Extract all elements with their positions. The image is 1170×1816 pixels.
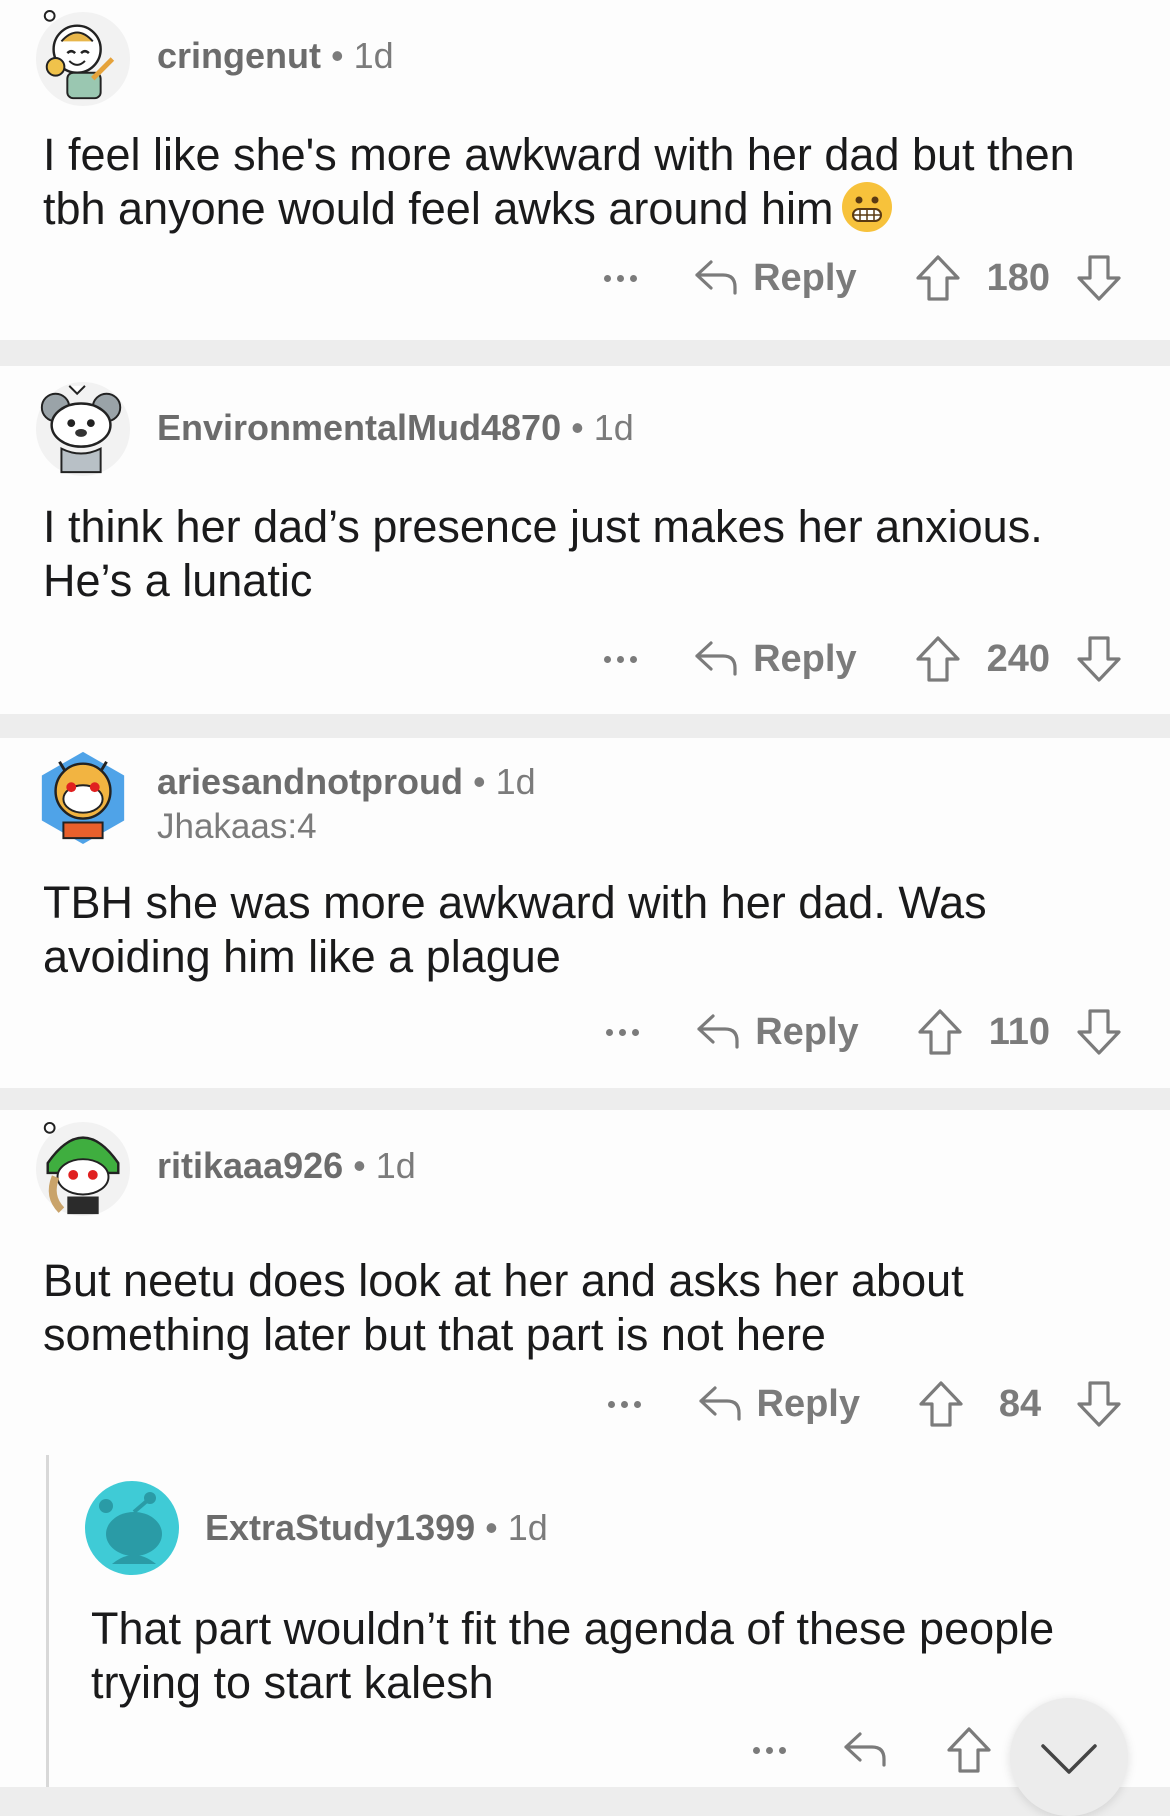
vote-controls: 240 <box>915 635 1122 683</box>
user-avatar-icon[interactable] <box>34 1120 132 1218</box>
upvote-icon[interactable] <box>946 1726 992 1774</box>
comment-text: I feel like she's more awkward with her … <box>43 128 1123 236</box>
user-avatar-icon[interactable] <box>84 1480 180 1576</box>
more-options-icon[interactable] <box>753 1746 786 1754</box>
comment-meta: ritikaaa926 • 1d <box>157 1144 416 1188</box>
comment-actions: Reply 84 <box>607 1374 1122 1434</box>
comment-meta: ExtraStudy1399 • 1d <box>205 1506 548 1550</box>
comment-age: 1d <box>507 1507 548 1548</box>
vote-score: 84 <box>998 1382 1042 1425</box>
reply-button[interactable]: Reply <box>693 256 857 300</box>
vote-controls: 180 <box>915 254 1122 302</box>
user-avatar-icon[interactable] <box>34 10 132 108</box>
reply-arrow-icon <box>698 1386 741 1421</box>
comment-card: ritikaaa926 • 1d But neetu does look at he… <box>0 1110 1170 1787</box>
reply-arrow-icon[interactable] <box>842 1730 888 1770</box>
vote-score: 180 <box>986 256 1050 299</box>
user-flair: Jhakaas:4 <box>157 807 317 846</box>
reply-button[interactable]: Reply <box>695 1010 859 1054</box>
more-options-icon[interactable] <box>604 274 638 282</box>
comment-text: TBH she was more awkward with her dad. W… <box>43 877 987 982</box>
downvote-icon[interactable] <box>1076 635 1122 683</box>
thread-line[interactable] <box>46 1455 49 1787</box>
reply-button[interactable]: Reply <box>697 1383 860 1426</box>
collapse-thread-button[interactable] <box>1010 1698 1128 1816</box>
comment-text: That part wouldn’t fit the agenda of the… <box>91 1603 1055 1708</box>
comment-card: cringenut • 1d I feel like she's more awkw… <box>0 0 1170 340</box>
comment-feed: cringenut • 1d I feel like she's more awkw… <box>0 0 1170 1816</box>
comment-age: 1d <box>593 407 634 448</box>
comment-card: EnvironmentalMud4870 • 1d I think her dad’… <box>0 366 1170 714</box>
separator-dot: • <box>331 35 344 76</box>
comment-actions: Reply 240 <box>604 629 1122 689</box>
more-options-icon[interactable] <box>606 1028 640 1036</box>
comment-text: But neetu does look at her and asks her … <box>43 1255 964 1360</box>
username[interactable]: EnvironmentalMud4870 <box>157 407 561 448</box>
username[interactable]: ritikaaa926 <box>157 1145 343 1186</box>
username[interactable]: cringenut <box>157 35 321 76</box>
username[interactable]: ariesandnotproud <box>157 761 463 802</box>
comment-text: I think her dad’s presence just makes he… <box>43 501 1043 606</box>
more-options-icon[interactable] <box>604 655 638 663</box>
more-options-icon[interactable] <box>607 1400 641 1408</box>
separator-dot: • <box>485 1507 498 1548</box>
user-avatar-icon[interactable] <box>34 748 132 846</box>
comment-actions: Reply 110 <box>606 1002 1122 1062</box>
upvote-icon[interactable] <box>917 1008 963 1056</box>
comment-age: 1d <box>353 35 394 76</box>
separator-dot: • <box>473 761 486 802</box>
reply-arrow-icon <box>695 641 737 676</box>
comment-actions <box>753 1720 992 1780</box>
comment-age: 1d <box>375 1145 416 1186</box>
comment-meta: EnvironmentalMud4870 • 1d <box>157 406 634 450</box>
reply-label: Reply <box>756 1382 860 1425</box>
comment-actions: Reply 180 <box>604 248 1122 308</box>
downvote-icon[interactable] <box>1076 1380 1122 1428</box>
user-avatar-icon[interactable] <box>34 380 132 478</box>
upvote-icon[interactable] <box>915 254 961 302</box>
separator-dot: • <box>571 407 584 448</box>
comment-meta: ariesandnotproud • 1d <box>157 760 536 804</box>
grimacing-face-icon <box>841 182 892 232</box>
comment-age: 1d <box>495 761 536 802</box>
upvote-icon[interactable] <box>918 1380 964 1428</box>
downvote-icon[interactable] <box>1076 254 1122 302</box>
username[interactable]: ExtraStudy1399 <box>205 1507 475 1548</box>
reply-label: Reply <box>753 637 857 680</box>
vote-controls: 110 <box>917 1008 1122 1056</box>
vote-score: 110 <box>988 1010 1050 1053</box>
downvote-icon[interactable] <box>1076 1008 1122 1056</box>
reply-button[interactable]: Reply <box>693 637 857 681</box>
comment-card: ariesandnotproud • 1d Jhakaas:4 TBH she wa… <box>0 738 1170 1088</box>
chevron-down-icon <box>1041 1744 1097 1774</box>
reply-label: Reply <box>755 1010 859 1053</box>
reply-label: Reply <box>753 256 857 299</box>
comment-text-content: I feel like she's more awkward with her … <box>43 129 1075 234</box>
reply-arrow-icon <box>695 260 737 295</box>
upvote-icon[interactable] <box>915 635 961 683</box>
vote-controls: 84 <box>918 1380 1122 1428</box>
reply-arrow-icon <box>697 1014 739 1049</box>
vote-score: 240 <box>986 637 1050 680</box>
separator-dot: • <box>353 1145 366 1186</box>
comment-meta: cringenut • 1d <box>157 34 394 78</box>
